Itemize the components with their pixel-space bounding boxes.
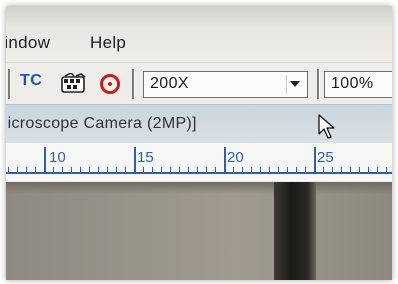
tc-button[interactable]: TC xyxy=(20,72,42,90)
ruler-minor-tick xyxy=(350,167,351,173)
ruler-minor-tick xyxy=(170,167,171,173)
camera-preview[interactable] xyxy=(6,182,392,280)
preview-shading xyxy=(6,182,392,280)
magnification-select[interactable]: 200X xyxy=(143,71,308,98)
ruler-minor-tick xyxy=(107,167,108,173)
ruler-minor-tick xyxy=(116,167,117,173)
ruler-minor-tick xyxy=(242,167,243,173)
ruler-minor-tick xyxy=(341,167,342,173)
ruler-minor-tick xyxy=(26,167,27,173)
ruler-label: 10 xyxy=(49,149,66,166)
magnification-value: 200X xyxy=(150,75,189,92)
palette-icon[interactable] xyxy=(61,72,87,100)
ruler-minor-tick xyxy=(233,167,234,173)
ruler-major-tick xyxy=(224,147,226,173)
toolbar: TC 200X 100% xyxy=(6,62,392,105)
ruler-minor-tick xyxy=(305,167,306,173)
ruler-minor-tick xyxy=(260,167,261,173)
specimen-edge xyxy=(274,182,316,280)
app-window: Window Help TC 200X xyxy=(6,6,392,280)
ruler-minor-tick xyxy=(287,167,288,173)
ruler-minor-tick xyxy=(197,167,198,173)
ruler-minor-tick xyxy=(368,167,369,173)
ruler-minor-tick xyxy=(8,167,9,173)
menu-bar: Window Help xyxy=(6,6,392,62)
ruler-minor-tick xyxy=(143,167,144,173)
ruler-minor-tick xyxy=(359,167,360,173)
chevron-down-icon[interactable] xyxy=(286,75,304,94)
ruler-minor-tick xyxy=(161,167,162,173)
ruler-minor-tick xyxy=(17,167,18,173)
ruler-label: 25 xyxy=(317,149,334,166)
ruler-major-tick xyxy=(44,147,46,173)
record-icon[interactable] xyxy=(100,74,120,94)
ruler-label: 15 xyxy=(137,149,154,166)
ruler-minor-tick xyxy=(62,167,63,173)
ruler-minor-tick xyxy=(269,167,270,173)
ruler-minor-tick xyxy=(206,167,207,173)
toolbar-separator xyxy=(132,69,135,99)
ruler-minor-tick xyxy=(35,167,36,173)
ruler-minor-tick xyxy=(251,167,252,173)
zoom-value: 100% xyxy=(331,75,374,92)
ruler-minor-tick xyxy=(53,167,54,173)
ruler-major-tick xyxy=(314,147,316,173)
ruler-minor-tick xyxy=(125,167,126,173)
mouse-cursor-icon xyxy=(318,114,336,145)
ruler-baseline xyxy=(6,172,392,174)
ruler-minor-tick xyxy=(71,167,72,173)
ruler-minor-tick xyxy=(377,167,378,173)
toolbar-separator xyxy=(8,69,11,99)
ruler-minor-tick xyxy=(179,167,180,173)
zoom-select[interactable]: 100% xyxy=(324,71,392,98)
menu-window[interactable]: Window xyxy=(6,33,50,53)
ruler-minor-tick xyxy=(323,167,324,173)
ruler-label: 20 xyxy=(227,149,244,166)
menu-help[interactable]: Help xyxy=(90,33,126,53)
document-title: Microscope Camera (2MP)] xyxy=(6,115,197,132)
ruler-minor-tick xyxy=(98,167,99,173)
ruler-minor-tick xyxy=(215,167,216,173)
ruler-major-tick xyxy=(134,147,136,173)
ruler-minor-tick xyxy=(152,167,153,173)
horizontal-ruler: 10 15 20 25 xyxy=(6,143,392,181)
ruler-minor-tick xyxy=(278,167,279,173)
ruler-minor-tick xyxy=(386,167,387,173)
ruler-minor-tick xyxy=(296,167,297,173)
ruler-minor-tick xyxy=(332,167,333,173)
ruler-minor-tick xyxy=(89,167,90,173)
ruler-minor-tick xyxy=(80,167,81,173)
ruler-minor-tick xyxy=(188,167,189,173)
toolbar-separator xyxy=(317,69,320,99)
